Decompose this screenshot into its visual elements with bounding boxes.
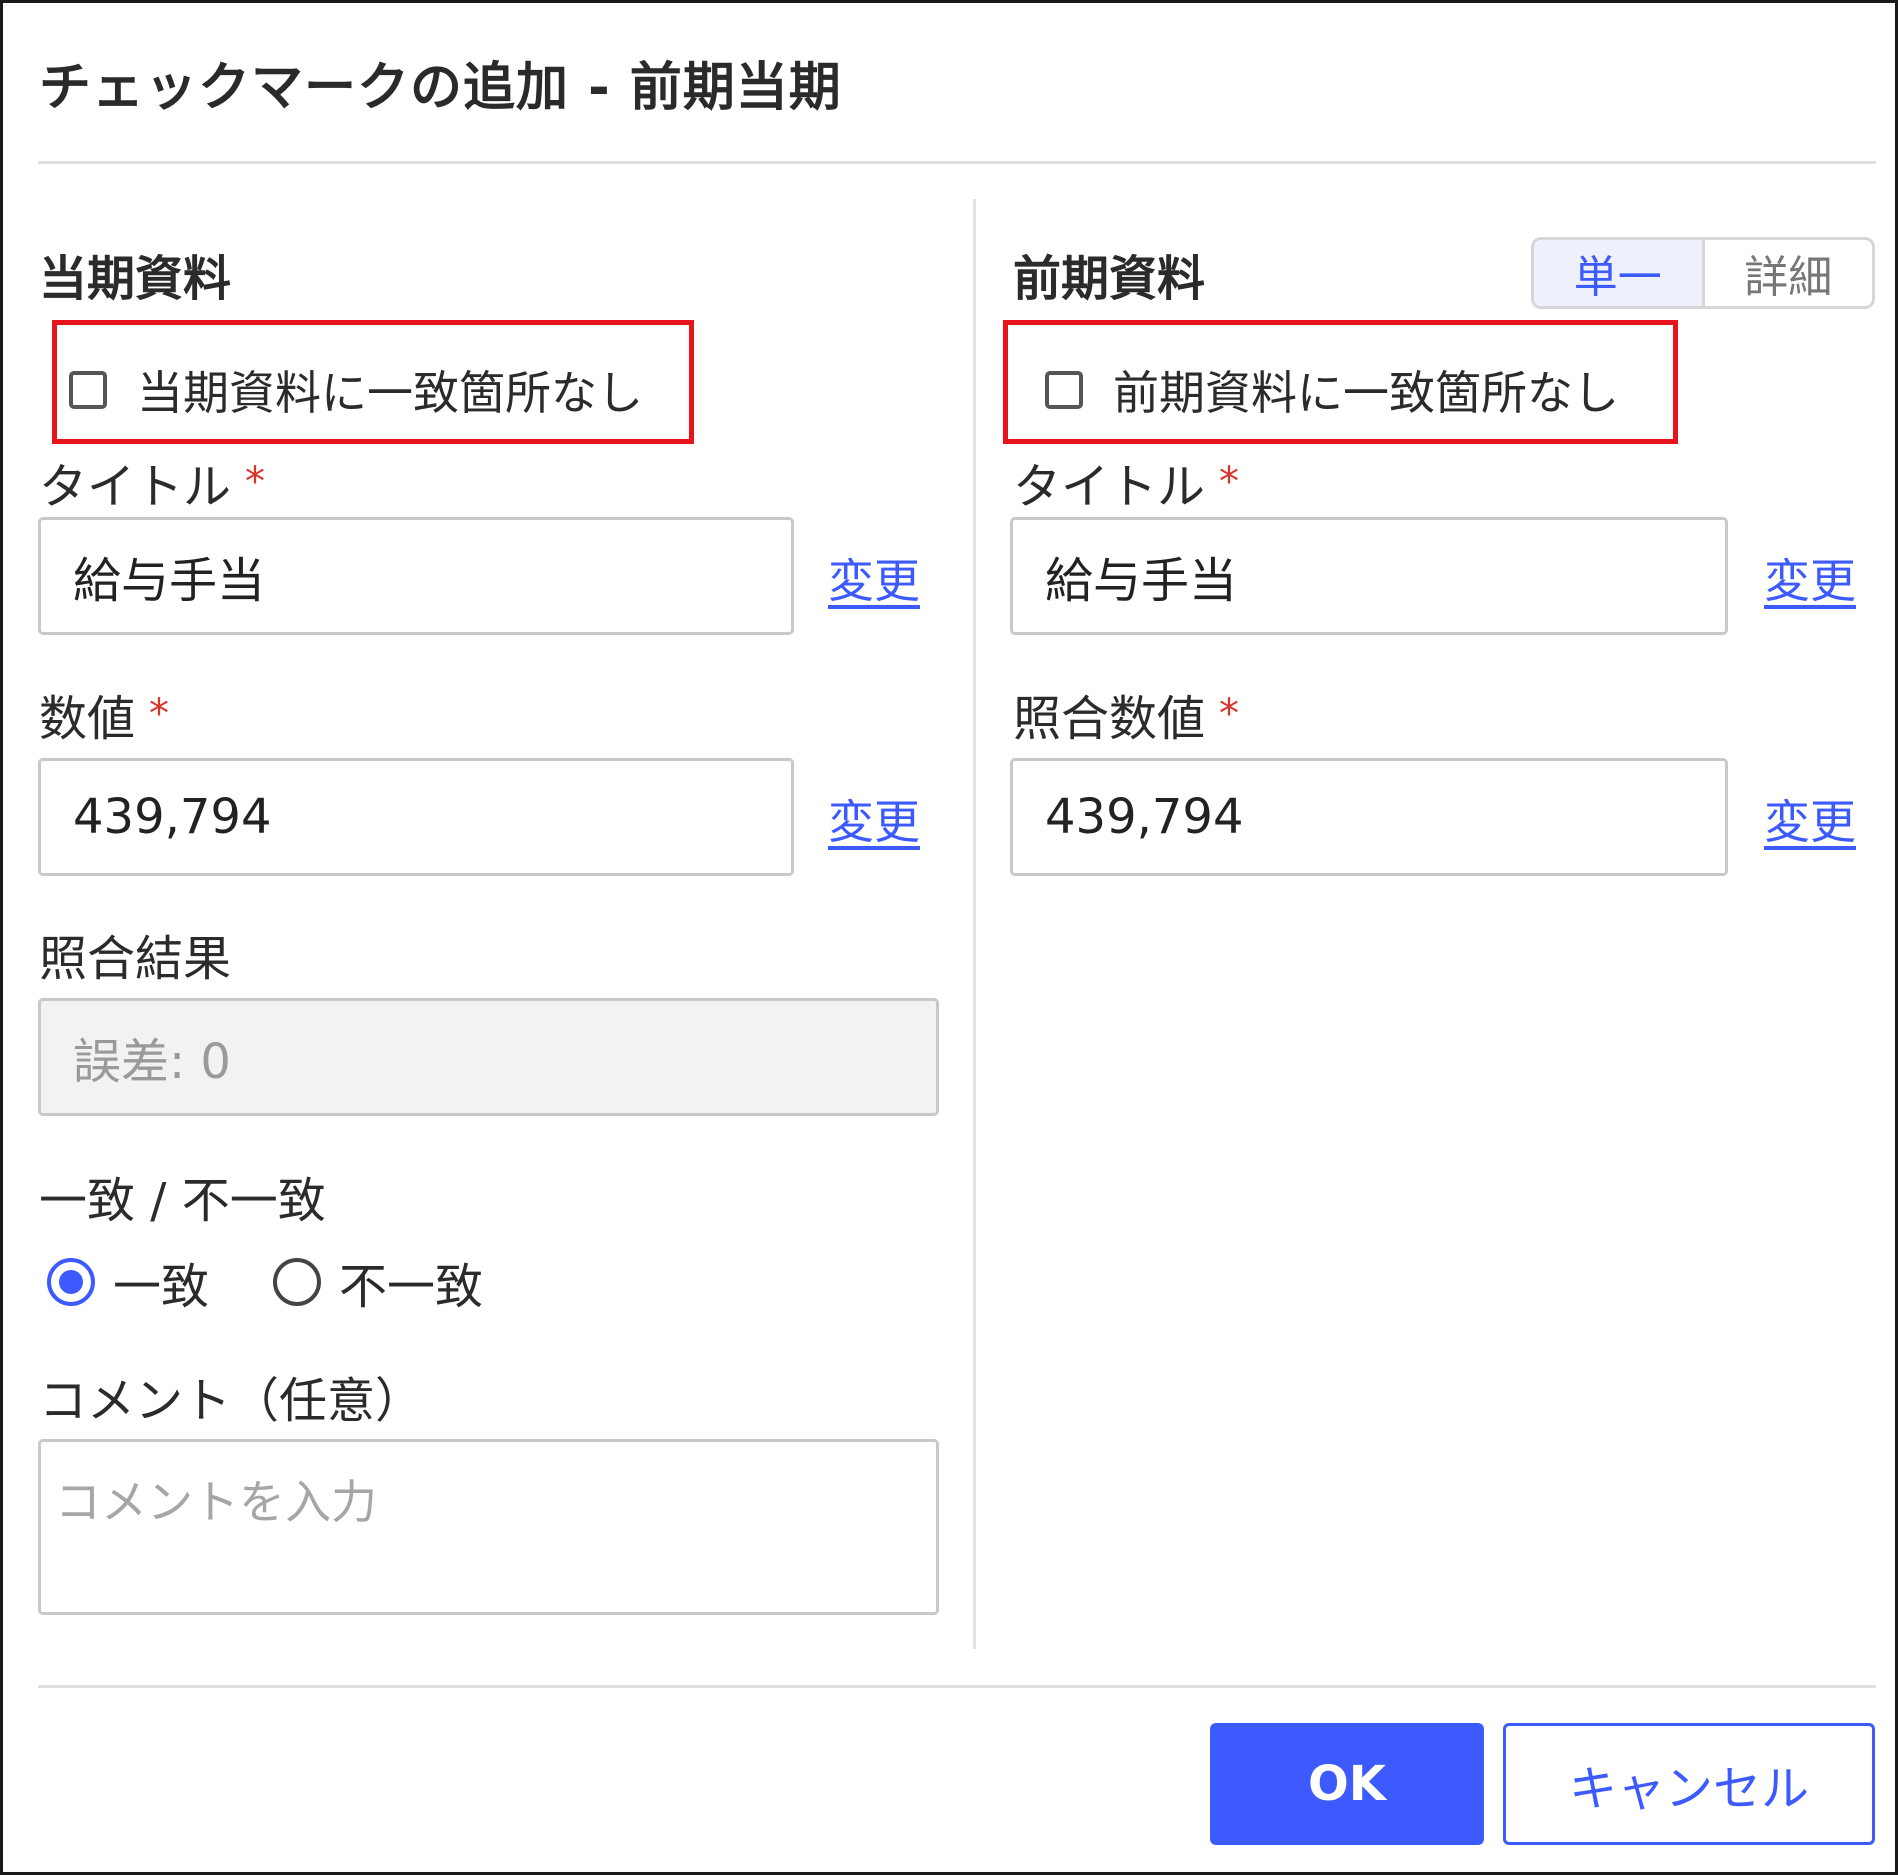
current-title-label: タイトル * [39, 447, 265, 517]
ok-button[interactable]: OK [1210, 1723, 1484, 1845]
required-mark: * [1219, 459, 1240, 505]
previous-title-label: タイトル * [1013, 447, 1239, 517]
previous-no-match-label: 前期資料に一致箇所なし [1113, 366, 1619, 420]
current-title-label-text: タイトル [39, 459, 232, 515]
match-group-label: 一致 / 不一致 [39, 1173, 326, 1229]
mode-toggle: 単一 詳細 [1531, 237, 1875, 309]
result-label: 照合結果 [39, 931, 232, 987]
mismatch-radio[interactable] [273, 1258, 322, 1306]
current-title-value: 給与手当 [73, 553, 266, 609]
result-value: 誤差: 0 [73, 1034, 231, 1090]
required-mark: * [149, 691, 170, 737]
comment-textarea[interactable]: コメントを入力 [38, 1439, 939, 1615]
previous-no-match-checkbox[interactable] [1045, 371, 1083, 409]
current-no-match-checkbox[interactable] [69, 371, 107, 409]
match-radio-label: 一致 [113, 1259, 210, 1315]
check-mark-dialog: チェックマークの追加 - 前期当期 当期資料 当期資料に一致箇所なし タイトル *… [0, 0, 1898, 1875]
current-value-input[interactable]: 439,794 [38, 758, 794, 876]
comment-placeholder: コメントを入力 [55, 1475, 377, 1529]
cancel-button[interactable]: キャンセル [1503, 1723, 1875, 1845]
mode-detail-button[interactable]: 詳細 [1705, 240, 1873, 306]
result-field: 誤差: 0 [38, 998, 939, 1116]
previous-title-input[interactable]: 給与手当 [1010, 517, 1728, 635]
previous-no-match-checkbox-row[interactable]: 前期資料に一致箇所なし [1045, 357, 1619, 423]
current-section-title: 当期資料 [39, 251, 232, 307]
previous-value-label: 照合数値 * [1013, 679, 1239, 749]
previous-title-value: 給与手当 [1045, 553, 1238, 609]
current-value-value: 439,794 [73, 789, 272, 845]
current-title-change-link[interactable]: 変更 [828, 545, 920, 611]
previous-section-title: 前期資料 [1013, 251, 1206, 307]
required-mark: * [1219, 691, 1240, 737]
match-radio-group: 一致 不一致 [47, 1247, 547, 1317]
previous-title-label-text: タイトル [1013, 459, 1206, 515]
previous-value-value: 439,794 [1045, 789, 1244, 845]
comment-label: コメント（任意） [39, 1373, 424, 1429]
current-value-change-link[interactable]: 変更 [828, 786, 920, 852]
current-value-label: 数値 * [39, 679, 169, 749]
previous-value-label-text: 照合数値 [1013, 691, 1206, 747]
current-value-label-text: 数値 [39, 691, 136, 747]
mismatch-radio-label: 不一致 [339, 1259, 484, 1315]
match-radio[interactable] [47, 1258, 95, 1306]
required-mark: * [245, 459, 266, 505]
current-no-match-checkbox-row[interactable]: 当期資料に一致箇所なし [69, 357, 643, 423]
current-no-match-label: 当期資料に一致箇所なし [137, 366, 643, 420]
footer-divider [38, 1685, 1876, 1688]
mode-single-button[interactable]: 単一 [1534, 240, 1705, 306]
column-divider [973, 199, 976, 1649]
previous-value-input[interactable]: 439,794 [1010, 758, 1728, 876]
current-title-input[interactable]: 給与手当 [38, 517, 794, 635]
header-divider [38, 161, 1876, 164]
previous-title-change-link[interactable]: 変更 [1764, 545, 1856, 611]
previous-value-change-link[interactable]: 変更 [1764, 786, 1856, 852]
dialog-title: チェックマークの追加 - 前期当期 [39, 58, 842, 118]
